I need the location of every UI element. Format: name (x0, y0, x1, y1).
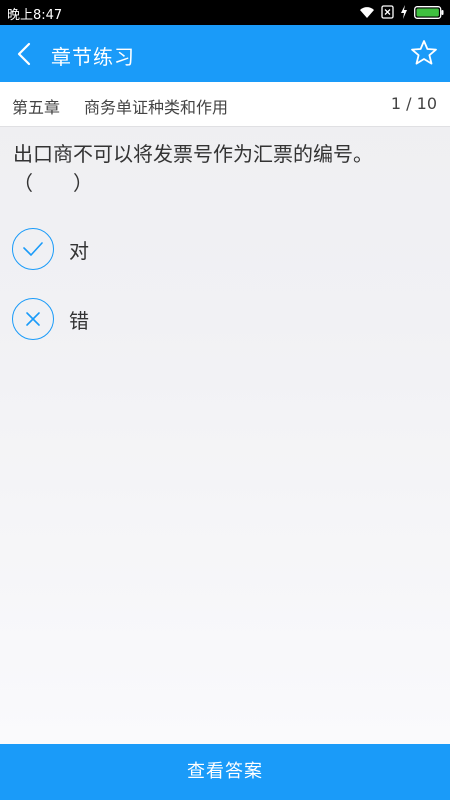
option-false[interactable]: 错 (12, 296, 312, 342)
back-icon[interactable] (14, 41, 36, 67)
check-icon[interactable] (12, 228, 54, 270)
chapter-label: 第五章 (12, 98, 61, 117)
battery-icon (414, 5, 444, 19)
question-progress: 1 / 10 (390, 94, 437, 113)
wifi-icon (360, 7, 374, 18)
question-line: 出口商不可以将发票号作为汇票的编号。 (13, 142, 373, 166)
page-title: 章节练习 (51, 45, 135, 69)
star-icon[interactable] (410, 39, 438, 67)
status-time: 晚上8:47 (7, 8, 63, 23)
no-sim-icon (381, 5, 394, 19)
charging-icon (401, 5, 407, 19)
question-blank: （ ） (13, 171, 93, 195)
app-bar: 章节练习 (0, 25, 450, 82)
question-text: 出口商不可以将发票号作为汇票的编号。 （ ） (13, 140, 438, 198)
option-true[interactable]: 对 (12, 226, 312, 272)
status-bar: 晚上8:47 (0, 0, 450, 25)
chapter-bar: 第五章 商务单证种类和作用 1 / 10 (0, 82, 450, 127)
option-label: 错 (69, 308, 89, 333)
cross-icon[interactable] (12, 298, 54, 340)
view-answer-button[interactable]: 查看答案 (0, 744, 450, 800)
section-label: 商务单证种类和作用 (84, 98, 229, 117)
option-label: 对 (69, 238, 89, 263)
